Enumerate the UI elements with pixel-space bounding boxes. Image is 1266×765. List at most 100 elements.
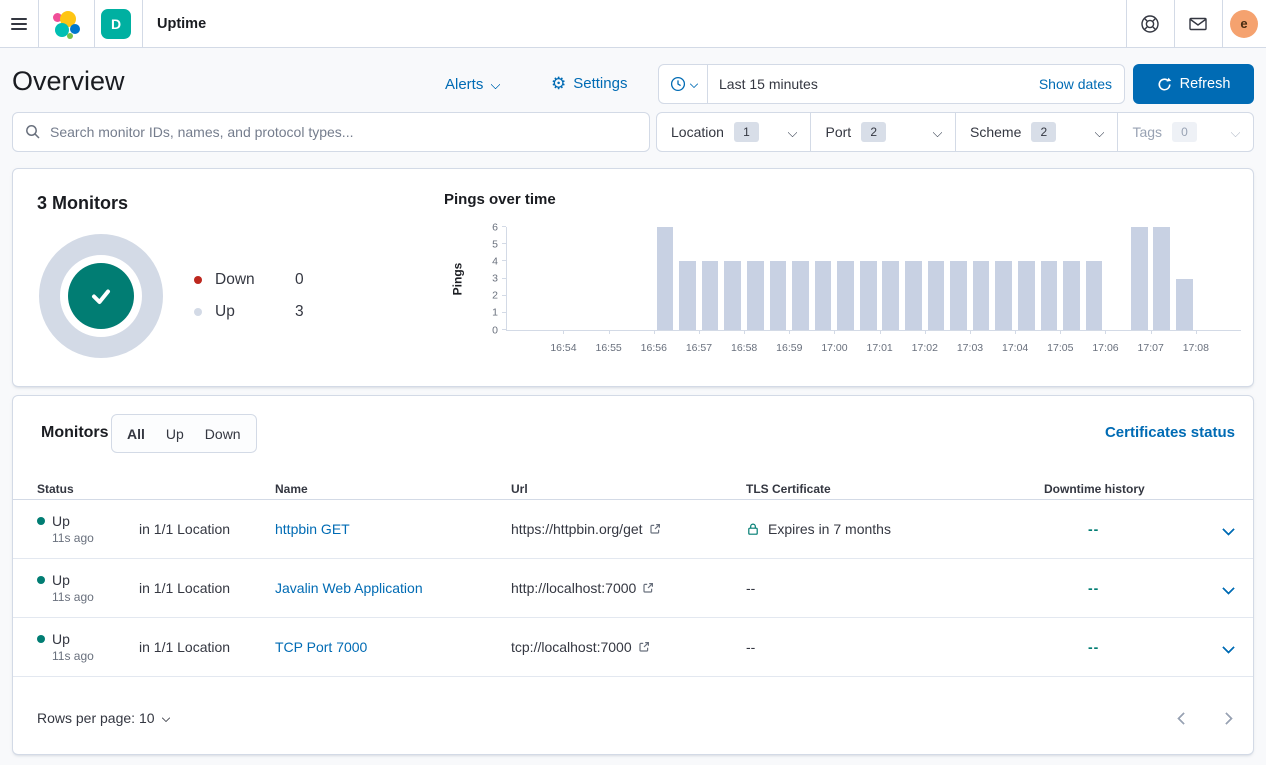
monitor-name-link[interactable]: Javalin Web Application [275, 580, 423, 596]
x-axis-tick-label: 17:06 [1092, 342, 1118, 354]
tab-down[interactable]: Down [205, 426, 241, 442]
expand-row-chevron-icon[interactable] [1222, 523, 1235, 536]
filter-group: Location 1 Port 2 Scheme 2 Tags 0 [656, 112, 1254, 152]
tls-expiry: -- [746, 580, 755, 596]
monitor-status: Up [52, 631, 70, 647]
monitor-name-link[interactable]: TCP Port 7000 [275, 639, 367, 655]
external-link-icon[interactable] [649, 523, 661, 535]
x-axis-tick-label: 17:01 [867, 342, 893, 354]
chart-bar [837, 261, 854, 330]
col-tls: TLS Certificate [746, 482, 1044, 496]
filter-count-badge: 1 [734, 122, 759, 142]
chevron-down-icon [933, 127, 943, 137]
monitors-panel: Monitors All Up Down Certificates status… [12, 395, 1254, 755]
status-up-dot [37, 517, 45, 525]
external-link-icon[interactable] [642, 582, 654, 594]
filter-count-badge: 2 [861, 122, 886, 142]
prev-page-icon[interactable] [1177, 712, 1190, 725]
chart-bar [657, 227, 674, 330]
monitor-name-link[interactable]: httpbin GET [275, 521, 350, 537]
table-header: Status Name Url TLS Certificate Downtime… [13, 479, 1253, 500]
filter-port[interactable]: Port 2 [811, 113, 956, 151]
certificates-status-link[interactable]: Certificates status [1105, 424, 1235, 441]
help-icon[interactable] [1126, 0, 1174, 47]
x-axis-tick-label: 16:56 [641, 342, 667, 354]
y-axis-tick-label: 5 [492, 239, 498, 250]
space-badge[interactable]: D [101, 9, 131, 39]
chart-bar [747, 261, 764, 330]
x-axis-tick-label: 17:02 [912, 342, 938, 354]
refresh-button[interactable]: Refresh [1133, 64, 1254, 104]
expand-row-chevron-icon[interactable] [1222, 582, 1235, 595]
chart-bar [1176, 279, 1193, 331]
chart-bar [815, 261, 832, 330]
filter-scheme[interactable]: Scheme 2 [956, 113, 1118, 151]
chart-bar [882, 261, 899, 330]
next-page-icon[interactable] [1220, 712, 1233, 725]
y-axis-tick-mark [502, 243, 506, 244]
divider [142, 0, 143, 47]
filter-tags[interactable]: Tags 0 [1118, 113, 1253, 151]
x-axis-tick-mark [563, 330, 564, 334]
elastic-logo[interactable] [38, 0, 94, 47]
x-axis-tick-mark [1196, 330, 1197, 334]
page-title: Overview [12, 66, 125, 97]
chart-bar [1153, 227, 1170, 330]
filter-label: Port [825, 124, 851, 140]
x-axis-tick-label: 16:59 [776, 342, 802, 354]
monitor-location: in 1/1 Location [139, 639, 275, 655]
divider [94, 0, 95, 47]
filter-count-badge: 0 [1172, 122, 1197, 142]
y-axis-tick-label: 2 [492, 290, 498, 301]
y-axis-tick-label: 3 [492, 273, 498, 284]
chevron-down-icon [1231, 127, 1241, 137]
filter-label: Scheme [970, 124, 1021, 140]
chart-bar [1131, 227, 1148, 330]
status-legend: Down 0 Up 3 [194, 270, 304, 322]
monitor-url: http://localhost:7000 [511, 580, 636, 596]
hamburger-menu-icon[interactable] [0, 0, 38, 47]
y-axis-tick-mark [502, 278, 506, 279]
settings-label: Settings [573, 75, 627, 92]
refresh-icon [1157, 77, 1172, 92]
external-link-icon[interactable] [638, 641, 650, 653]
monitor-location: in 1/1 Location [139, 521, 275, 537]
mail-icon[interactable] [1174, 0, 1222, 47]
expand-row-chevron-icon[interactable] [1222, 641, 1235, 654]
tab-up[interactable]: Up [166, 426, 184, 442]
settings-button[interactable]: ⚙ Settings [551, 72, 627, 94]
x-axis-tick-label: 16:57 [686, 342, 712, 354]
user-avatar[interactable]: e [1222, 0, 1266, 47]
monitors-title: Monitors [41, 424, 109, 442]
monitors-table: Status Name Url TLS Certificate Downtime… [13, 479, 1253, 677]
table-row: Up 11s ago in 1/1 Location Javalin Web A… [13, 559, 1253, 618]
time-range-value[interactable]: Last 15 minutes [708, 76, 1039, 92]
y-axis-tick-label: 1 [492, 308, 498, 319]
up-dot [194, 308, 202, 316]
alerts-menu-button[interactable]: Alerts [445, 74, 499, 94]
chart-bar [995, 261, 1012, 330]
app-title: Uptime [157, 0, 206, 47]
search-input[interactable] [50, 124, 637, 140]
quick-select-button[interactable] [659, 65, 708, 103]
rows-per-page-button[interactable]: Rows per page: 10 [37, 706, 169, 730]
x-axis-tick-label: 17:07 [1138, 342, 1164, 354]
filter-location[interactable]: Location 1 [657, 113, 811, 151]
monitor-search-box [12, 112, 650, 152]
clock-icon [670, 76, 686, 92]
show-dates-link[interactable]: Show dates [1039, 76, 1124, 92]
x-axis-tick-label: 17:04 [1002, 342, 1028, 354]
chart-y-axis-label: Pings [449, 227, 465, 331]
monitor-status: Up [52, 513, 70, 529]
filter-count-badge: 2 [1031, 122, 1056, 142]
chart-bar [702, 261, 719, 330]
gear-icon: ⚙ [551, 75, 566, 92]
status-up-dot [37, 576, 45, 584]
tab-all[interactable]: All [127, 426, 145, 442]
monitor-status: Up [52, 572, 70, 588]
last-check-time: 11s ago [52, 590, 139, 604]
check-icon [86, 281, 116, 311]
y-axis-tick-label: 0 [492, 325, 498, 336]
x-axis-tick-label: 16:55 [595, 342, 621, 354]
chart-bar [1041, 261, 1058, 330]
